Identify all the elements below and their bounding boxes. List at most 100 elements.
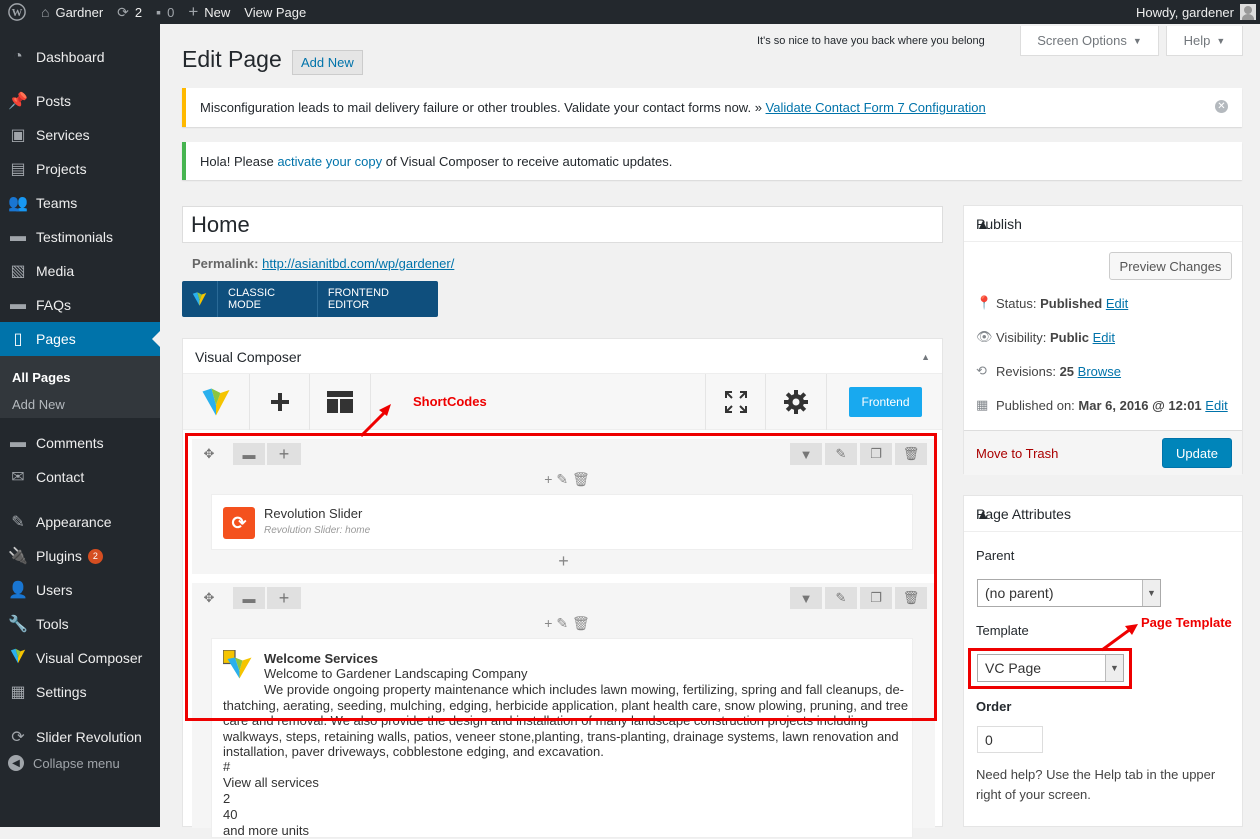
sidebar-item-media[interactable]: ▧ Media bbox=[0, 254, 160, 288]
sidebar-item-comments[interactable]: ▬ Comments bbox=[0, 426, 160, 460]
publish-header[interactable]: Publish ▲ bbox=[964, 206, 1242, 242]
parent-select[interactable]: (no parent) ▼ bbox=[977, 579, 1161, 607]
comment-icon: ▬ bbox=[10, 228, 26, 245]
add-new-button[interactable]: Add New bbox=[292, 50, 363, 75]
vc-frontend-button[interactable]: Frontend bbox=[849, 387, 922, 417]
update-button[interactable]: Update bbox=[1162, 438, 1232, 468]
comment-icon: ▬ bbox=[10, 434, 26, 451]
view-page-label: View Page bbox=[244, 4, 307, 20]
sidebar-item-label: Plugins bbox=[36, 548, 82, 564]
updates-link[interactable]: ⟳ 2 bbox=[110, 0, 149, 24]
page-title-input[interactable] bbox=[182, 206, 943, 243]
notice-text-pre: Hola! Please bbox=[200, 153, 278, 169]
sidebar-item-tools[interactable]: 🔧 Tools bbox=[0, 607, 160, 641]
visibility-line: 👁 Visibility: Public Edit bbox=[976, 329, 1115, 345]
sidebar-item-label: Tools bbox=[36, 616, 69, 632]
site-name-link[interactable]: ⌂ Gardner bbox=[34, 0, 110, 24]
mail-icon: ✉ bbox=[11, 469, 25, 486]
plus-icon: + bbox=[188, 2, 199, 21]
avatar bbox=[1240, 4, 1256, 20]
help-label: Help bbox=[1183, 33, 1211, 48]
sidebar-item-label: Projects bbox=[36, 161, 87, 177]
parent-value: (no parent) bbox=[985, 585, 1054, 601]
new-content-link[interactable]: + New bbox=[181, 0, 237, 24]
classic-mode-button[interactable]: CLASSIC MODE bbox=[218, 281, 318, 317]
collapse-arrow-icon[interactable]: ▲ bbox=[976, 216, 1230, 232]
fullscreen-icon[interactable] bbox=[705, 374, 766, 430]
comments-link[interactable]: ▪ 0 bbox=[149, 0, 181, 24]
updates-icon: ⟳ bbox=[117, 3, 129, 20]
portfolio-icon: ▤ bbox=[10, 161, 26, 178]
sidebar-item-label: Dashboard bbox=[36, 49, 105, 65]
settings-gear-icon[interactable] bbox=[766, 374, 827, 430]
sidebar-item-dashboard[interactable]: ◔ Dashboard bbox=[0, 40, 160, 74]
sidebar-item-slider-revolution[interactable]: ⟳ Slider Revolution bbox=[0, 720, 160, 754]
browse-revisions-link[interactable]: Browse bbox=[1078, 364, 1121, 379]
order-label: Order bbox=[976, 699, 1012, 714]
cf7-warning-notice: Misconfiguration leads to mail delivery … bbox=[182, 88, 1242, 127]
activate-copy-link[interactable]: activate your copy bbox=[277, 154, 382, 169]
permalink-url[interactable]: http://asianitbd.com/wp/gardener/ bbox=[262, 256, 454, 271]
sidebar-item-label: Users bbox=[36, 582, 73, 598]
help-button[interactable]: Help ▼ bbox=[1166, 26, 1243, 56]
shortcodes-annotation: ShortCodes bbox=[413, 394, 487, 409]
sidebar-item-plugins[interactable]: 🔌 Plugins 2 bbox=[0, 539, 160, 573]
vc-logo-icon[interactable] bbox=[183, 374, 250, 430]
collapse-arrow-icon[interactable]: ▲ bbox=[921, 352, 930, 362]
sidebar-item-posts[interactable]: 📌 Posts bbox=[0, 84, 160, 118]
sidebar-item-label: Testimonials bbox=[36, 229, 114, 245]
dismiss-icon[interactable]: ✕ bbox=[1215, 100, 1228, 113]
sidebar-item-services[interactable]: ▣ Services bbox=[0, 118, 160, 152]
visibility-value: Public bbox=[1049, 329, 1089, 345]
revisions-label: Revisions: bbox=[996, 363, 1060, 379]
sidebar-item-testimonials[interactable]: ▬ Testimonials bbox=[0, 220, 160, 254]
screen-options-button[interactable]: Screen Options ▼ bbox=[1020, 26, 1159, 56]
sidebar-item-visual-composer[interactable]: Visual Composer bbox=[0, 641, 160, 675]
status-edit-link[interactable]: Edit bbox=[1106, 296, 1128, 311]
vc-logo-icon[interactable] bbox=[182, 281, 218, 317]
vc-panel-header[interactable]: Visual Composer ▲ bbox=[183, 339, 942, 374]
status-line: 📍 Status: Published Edit bbox=[976, 295, 1128, 311]
order-input[interactable] bbox=[977, 726, 1043, 753]
sidebar-item-label: Settings bbox=[36, 684, 87, 700]
template-label: Template bbox=[976, 623, 1029, 638]
submenu-item[interactable]: Add New bbox=[12, 397, 65, 412]
preview-changes-button[interactable]: Preview Changes bbox=[1109, 252, 1232, 280]
vc-logo-icon bbox=[0, 648, 36, 669]
view-page-link[interactable]: View Page bbox=[237, 0, 313, 24]
sidebar-item-faqs[interactable]: ▬ FAQs bbox=[0, 288, 160, 322]
published-edit-link[interactable]: Edit bbox=[1205, 398, 1227, 413]
collapse-menu-button[interactable]: ◀ Collapse menu bbox=[8, 755, 120, 771]
comments-count: 0 bbox=[167, 4, 175, 20]
user-icon: 👤 bbox=[8, 582, 28, 599]
sidebar-item-pages[interactable]: ▯ Pages bbox=[0, 322, 160, 356]
sidebar-item-users[interactable]: 👤 Users bbox=[0, 573, 160, 607]
collapse-arrow-icon[interactable]: ▲ bbox=[976, 506, 1230, 522]
sidebar-item-projects[interactable]: ▤ Projects bbox=[0, 152, 160, 186]
page-icon: ▯ bbox=[13, 331, 23, 348]
submenu-item[interactable]: All Pages bbox=[12, 370, 71, 385]
pin-icon: 📌 bbox=[8, 93, 28, 110]
page-attributes-header[interactable]: Page Attributes ▲ bbox=[964, 496, 1242, 532]
my-account[interactable]: Howdy, gardener bbox=[1136, 4, 1260, 20]
validate-cf7-link[interactable]: Validate Contact Form 7 Configuration bbox=[766, 100, 986, 115]
welcome-note: It's so nice to have you back where you … bbox=[757, 35, 985, 47]
vc-mode-switch: CLASSIC MODE FRONTEND EDITOR bbox=[182, 281, 438, 317]
page-title: Edit Page bbox=[182, 46, 282, 72]
visibility-edit-link[interactable]: Edit bbox=[1093, 330, 1115, 345]
dashboard-icon: ◔ bbox=[13, 48, 23, 65]
admin-bar: W ⌂ Gardner ⟳ 2 ▪ 0 + New View Page Howd… bbox=[0, 0, 1260, 24]
sidebar-item-teams[interactable]: 👥 Teams bbox=[0, 186, 160, 220]
vc-activation-notice: Hola! Please activate your copy of Visua… bbox=[182, 142, 1242, 180]
sidebar-item-settings[interactable]: ▦ Settings bbox=[0, 675, 160, 709]
permalink: Permalink: http://asianitbd.com/wp/garde… bbox=[192, 256, 454, 271]
caret-down-icon: ▼ bbox=[1132, 35, 1142, 46]
frontend-editor-button[interactable]: FRONTEND EDITOR bbox=[318, 281, 438, 317]
move-to-trash-link[interactable]: Move to Trash bbox=[976, 446, 1058, 461]
wordpress-logo-icon[interactable]: W bbox=[0, 0, 34, 24]
sidebar-item-appearance[interactable]: ✎ Appearance bbox=[0, 505, 160, 539]
add-element-icon[interactable] bbox=[250, 374, 310, 430]
collapse-label: Collapse menu bbox=[33, 755, 120, 771]
sidebar-item-contact[interactable]: ✉ Contact bbox=[0, 460, 160, 494]
sidebar-item-label: Visual Composer bbox=[36, 650, 143, 666]
